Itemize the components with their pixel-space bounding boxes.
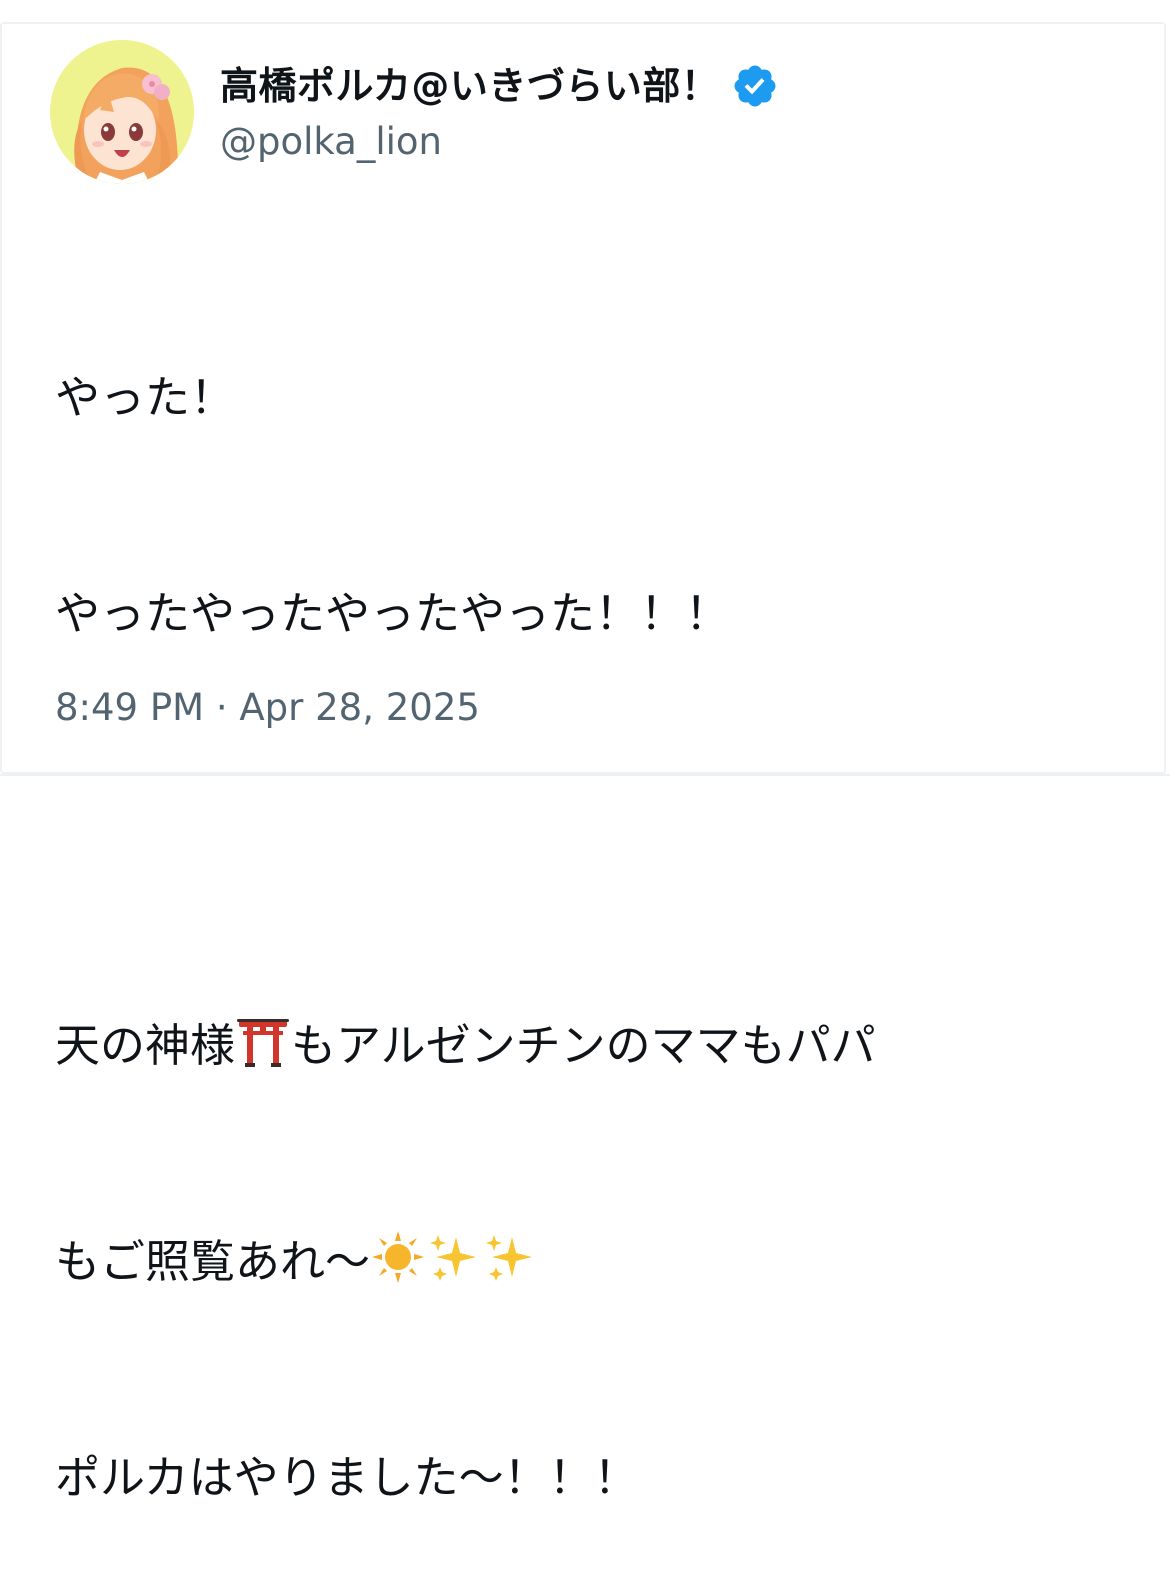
tweet-line-2: やったやったやったやった！！！ — [55, 587, 731, 640]
tweet-line-6: ポルカはやりました〜！！！ — [55, 1451, 639, 1504]
author-display-name[interactable]: 高橋ポルカ@いきづらい部！ — [220, 58, 719, 114]
torii-gate-emoji-icon — [235, 1013, 291, 1069]
tweet-line-5: もご照覧あれ〜 — [55, 1226, 1135, 1298]
tweet-timestamp[interactable]: 8:49 PM · Apr 28, 2025 — [55, 682, 480, 734]
tweet-line-4: 天の神様 もアルゼンチンのママもパパ — [55, 1010, 1135, 1082]
tweet-line-5-text: もご照覧あれ〜 — [55, 1235, 371, 1288]
tweet-line-4b: もアルゼンチンのママもパパ — [291, 1019, 876, 1072]
verified-badge-icon — [731, 62, 779, 110]
author-handle[interactable]: @polka_lion — [220, 116, 442, 168]
sparkles-emoji-icon — [426, 1229, 482, 1285]
tweet-line-1: やった！ — [55, 371, 236, 424]
tweet-text: やった！ やったやったやったやった！！！ 天の神様 もアルゼンチンのママもパパ … — [55, 218, 1135, 1570]
sparkles-emoji-icon — [482, 1229, 538, 1285]
tweet-line-4a: 天の神様 — [55, 1019, 236, 1072]
sun-emoji-icon — [370, 1229, 426, 1285]
anime-girl-avatar-icon — [50, 40, 194, 184]
avatar[interactable] — [50, 40, 194, 184]
author-name-row[interactable]: 高橋ポルカ@いきづらい部！ — [220, 58, 779, 114]
bottom-divider — [0, 774, 1170, 776]
